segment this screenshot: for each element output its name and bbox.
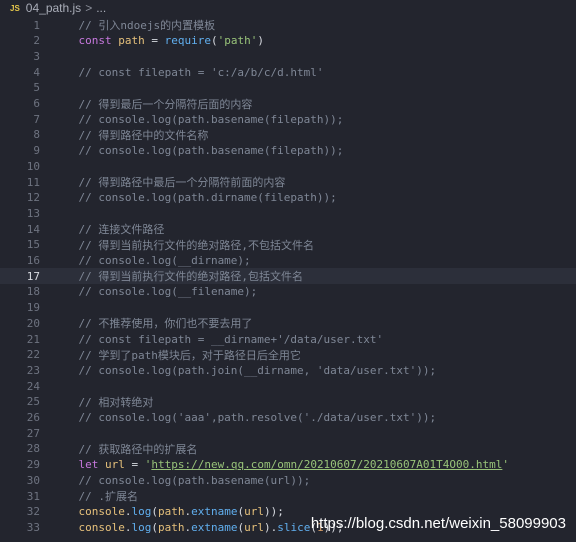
code-text: // 连接文件路径 [52, 223, 165, 237]
code-text: // console.log(path.basename(url)); [52, 473, 311, 487]
code-line[interactable]: 14 // 连接文件路径 [0, 221, 576, 237]
code-text: // 获取路径中的扩展名 [52, 442, 198, 456]
breadcrumb-more[interactable]: ... [96, 1, 106, 15]
code-line[interactable]: 12 // console.log(path.dirname(filepath)… [0, 190, 576, 206]
line-number: 9 [33, 144, 40, 158]
code-line[interactable]: 2 const path = require('path') [0, 33, 576, 49]
line-number: 23 [26, 363, 40, 377]
code-text: // 引入ndoejs的内置模板 [52, 19, 216, 32]
code-line[interactable]: 31 // .扩展名 [0, 488, 576, 504]
code-line[interactable]: 18 // console.log(__filename); [0, 284, 576, 300]
line-number: 19 [26, 301, 40, 315]
line-number: 13 [26, 206, 40, 220]
code-line[interactable]: 15 // 得到当前执行文件的绝对路径,不包括文件名 [0, 237, 576, 253]
chevron-right-icon: > [85, 1, 93, 15]
code-line[interactable]: 10 [0, 158, 576, 174]
line-number: 25 [26, 395, 40, 409]
line-number: 31 [26, 489, 40, 503]
line-number: 32 [26, 505, 40, 519]
line-number: 14 [26, 222, 40, 236]
code-line[interactable]: 9 // console.log(path.basename(filepath)… [0, 143, 576, 159]
code-line[interactable]: 21 // const filepath = __dirname+'/data/… [0, 331, 576, 347]
line-number: 7 [33, 112, 40, 126]
code-text: const path = require('path') [78, 34, 264, 48]
line-number: 24 [26, 379, 40, 393]
code-line[interactable]: 7 // console.log(path.basename(filepath)… [0, 111, 576, 127]
line-number: 18 [26, 285, 40, 299]
code-text: // 相对转绝对 [52, 395, 154, 409]
line-number: 4 [33, 65, 40, 79]
code-text: // console.log(path.join(__dirname, 'dat… [52, 363, 437, 377]
line-number: 12 [26, 191, 40, 205]
code-line[interactable]: 16 // console.log(__dirname); [0, 253, 576, 269]
line-number: 26 [26, 411, 40, 424]
line-number: 1 [33, 18, 40, 32]
line-number: 20 [26, 316, 40, 330]
code-line[interactable]: 26 // console.log('aaa',path.resolve('./… [0, 410, 576, 426]
code-text: let url = 'https://new.qq.com/omn/202106… [78, 458, 510, 472]
code-text: // console.log(path.dirname(filepath)); [52, 191, 337, 205]
line-number: 29 [26, 458, 40, 472]
code-line[interactable]: 11 // 得到路径中最后一个分隔符前面的内容 [0, 174, 576, 190]
code-line[interactable]: 29 let url = 'https://new.qq.com/omn/202… [0, 457, 576, 473]
code-line[interactable]: 5 [0, 80, 576, 96]
line-number: 22 [26, 348, 40, 362]
javascript-file-icon: JS [10, 3, 20, 13]
line-number: 5 [33, 81, 40, 95]
code-text: console.log(path.extname(url).slice(1)); [78, 520, 344, 534]
code-text: // const filepath = __dirname+'/data/use… [52, 332, 384, 346]
code-editor[interactable]: 1 // 引入ndoejs的内置模板 2 const path = require… [0, 16, 576, 542]
code-text: // 得到当前执行文件的绝对路径,包括文件名 [52, 270, 303, 284]
code-line[interactable]: 8 // 得到路径中的文件名称 [0, 127, 576, 143]
line-number: 11 [26, 175, 40, 189]
line-number: 27 [26, 426, 40, 440]
code-line[interactable]: 23 // console.log(path.join(__dirname, '… [0, 362, 576, 378]
line-number: 3 [33, 49, 40, 63]
code-text: // console.log(__dirname); [52, 254, 251, 267]
line-number: 10 [26, 159, 40, 173]
code-text: // 得到路径中的文件名称 [52, 128, 209, 142]
code-line[interactable]: 22 // 学到了path模块后，对于路径日后全用它 [0, 347, 576, 363]
line-number: 8 [33, 128, 40, 142]
line-number: 15 [26, 238, 40, 252]
line-number: 17 [26, 269, 40, 283]
code-text: // console.log(__filename); [52, 285, 258, 299]
code-line[interactable]: 27 [0, 425, 576, 441]
watermark: https://blog.csdn.net/weixin_58099903 [310, 515, 566, 532]
code-line[interactable]: 28 // 获取路径中的扩展名 [0, 441, 576, 457]
code-text: // 不推荐使用，你们也不要去用了 [52, 317, 253, 331]
code-text: // console.log(path.basename(filepath)); [52, 144, 344, 158]
code-line[interactable]: 25 // 相对转绝对 [0, 394, 576, 410]
code-line[interactable]: 17 // 得到当前执行文件的绝对路径,包括文件名 [0, 268, 576, 285]
code-text: // 得到最后一个分隔符后面的内容 [52, 97, 253, 111]
code-line[interactable]: 1 // 引入ndoejs的内置模板 [0, 17, 576, 33]
code-line[interactable]: 24 [0, 378, 576, 394]
code-line[interactable]: 30 // console.log(path.basename(url)); [0, 472, 576, 488]
code-text: console.log(path.extname(url)); [78, 505, 284, 519]
code-line[interactable]: 3 [0, 48, 576, 64]
line-number: 2 [33, 34, 40, 48]
code-text: // 学到了path模块后，对于路径日后全用它 [52, 348, 301, 362]
breadcrumb-file-name[interactable]: 04_path.js [26, 1, 81, 15]
code-text: // console.log(path.basename(filepath)); [52, 112, 344, 126]
line-number: 6 [33, 97, 40, 110]
line-number: 28 [26, 442, 40, 456]
code-line[interactable]: 20 // 不推荐使用，你们也不要去用了 [0, 315, 576, 331]
line-number: 16 [26, 254, 40, 267]
code-text: // const filepath = 'c:/a/b/c/d.html' [52, 65, 324, 79]
code-line[interactable]: 4 // const filepath = 'c:/a/b/c/d.html' [0, 64, 576, 80]
line-number: 33 [26, 520, 40, 534]
breadcrumb: JS 04_path.js > ... [0, 0, 576, 16]
code-text: // 得到路径中最后一个分隔符前面的内容 [52, 176, 286, 189]
line-number: 30 [26, 473, 40, 487]
code-text: // 得到当前执行文件的绝对路径,不包括文件名 [52, 238, 314, 252]
code-text: // .扩展名 [52, 490, 138, 503]
code-line[interactable]: 13 [0, 205, 576, 221]
line-number: 21 [26, 332, 40, 346]
code-line[interactable]: 6 // 得到最后一个分隔符后面的内容 [0, 96, 576, 112]
code-line[interactable]: 19 [0, 300, 576, 316]
code-text: // console.log('aaa',path.resolve('./dat… [52, 411, 437, 424]
